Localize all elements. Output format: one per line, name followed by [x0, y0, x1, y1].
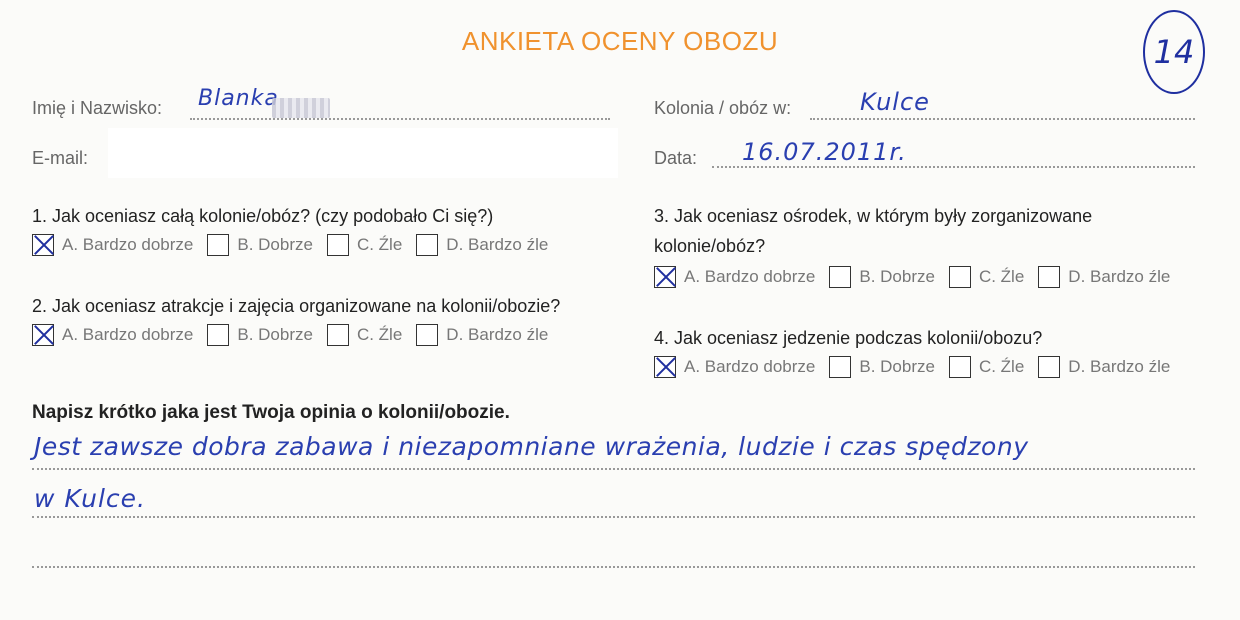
opinion-text-line2[interactable]: w Kulce. — [34, 484, 146, 513]
camp-value[interactable]: Kulce — [860, 88, 930, 116]
q4-checkbox-a[interactable] — [654, 356, 676, 378]
q1-option-d[interactable]: D. Bardzo źle — [416, 234, 548, 256]
q2-checkbox-c[interactable] — [326, 324, 349, 346]
email-redacted-field[interactable] — [108, 128, 618, 178]
question-3-text-line1: 3. Jak oceniasz ośrodek, w którym były z… — [654, 206, 1093, 226]
q3-option-b[interactable]: B. Dobrze — [829, 266, 935, 288]
q1-checkbox-a[interactable] — [32, 234, 54, 256]
name-value[interactable]: Blanka — [198, 86, 279, 111]
name-blur — [272, 98, 330, 118]
q2-option-b[interactable]: B. Dobrze — [207, 324, 313, 346]
date-label: Data: — [654, 148, 698, 168]
question-2-options: A. Bardzo dobrze B. Dobrze C. Źle D. Bar… — [32, 324, 562, 346]
camp-line — [810, 118, 1195, 120]
form-number-circle: 14 — [1143, 10, 1205, 94]
email-label: E-mail: — [32, 148, 89, 168]
q1-option-c[interactable]: C. Źle — [326, 234, 402, 256]
opinion-title: Napisz krótko jaka jest Twoja opinia o k… — [32, 402, 510, 423]
camp-label: Kolonia / obóz w: — [654, 98, 792, 118]
q2-checkbox-b[interactable] — [207, 324, 230, 346]
form-title: ANKIETA OCENY OBOZU — [461, 26, 779, 56]
q4-checkbox-d[interactable] — [1038, 356, 1061, 378]
question-1-options: A. Bardzo dobrze B. Dobrze C. Źle D. Bar… — [32, 234, 562, 256]
q4-option-a[interactable]: A. Bardzo dobrze — [654, 356, 815, 378]
q4-checkbox-c[interactable] — [948, 356, 971, 378]
q3-checkbox-b[interactable] — [829, 266, 852, 288]
q3-checkbox-a[interactable] — [654, 266, 676, 288]
q1-option-b[interactable]: B. Dobrze — [207, 234, 313, 256]
q2-option-d[interactable]: D. Bardzo źle — [416, 324, 548, 346]
question-3-options: A. Bardzo dobrze B. Dobrze C. Źle D. Bar… — [654, 266, 1184, 288]
opinion-text-line1[interactable]: Jest zawsze dobra zabawa i niezapomniane… — [34, 432, 1028, 461]
q2-option-c[interactable]: C. Źle — [326, 324, 402, 346]
q3-checkbox-c[interactable] — [948, 266, 971, 288]
q2-option-a[interactable]: A. Bardzo dobrze — [32, 324, 193, 346]
form-number: 14 — [1153, 33, 1195, 71]
date-line — [712, 166, 1195, 168]
question-4-options: A. Bardzo dobrze B. Dobrze C. Źle D. Bar… — [654, 356, 1184, 378]
q3-option-d[interactable]: D. Bardzo źle — [1038, 266, 1170, 288]
question-2-text: 2. Jak oceniasz atrakcje i zajęcia organ… — [32, 296, 561, 316]
q2-checkbox-a[interactable] — [32, 324, 54, 346]
q4-option-b[interactable]: B. Dobrze — [829, 356, 935, 378]
q2-checkbox-d[interactable] — [416, 324, 439, 346]
q4-checkbox-b[interactable] — [829, 356, 852, 378]
date-value[interactable]: 16.07.2011r. — [742, 138, 907, 166]
survey-card: ANKIETA OCENY OBOZU 14 Imię i Nazwisko: … — [0, 0, 1240, 620]
q1-checkbox-b[interactable] — [207, 234, 230, 256]
q3-checkbox-d[interactable] — [1038, 266, 1061, 288]
name-label: Imię i Nazwisko: — [32, 98, 163, 118]
question-1-text: 1. Jak oceniasz całą kolonie/obóz? (czy … — [32, 206, 494, 226]
opinion-line-3 — [32, 566, 1195, 568]
name-line — [190, 118, 610, 120]
q1-option-a[interactable]: A. Bardzo dobrze — [32, 234, 193, 256]
q4-option-d[interactable]: D. Bardzo źle — [1038, 356, 1170, 378]
q1-checkbox-d[interactable] — [416, 234, 439, 256]
opinion-line-1 — [32, 468, 1195, 470]
q3-option-a[interactable]: A. Bardzo dobrze — [654, 266, 815, 288]
q3-option-c[interactable]: C. Źle — [948, 266, 1024, 288]
question-3-text-line2: kolonie/obóz? — [654, 236, 766, 256]
q4-option-c[interactable]: C. Źle — [948, 356, 1024, 378]
opinion-line-2 — [32, 516, 1195, 518]
q1-checkbox-c[interactable] — [326, 234, 349, 256]
question-4-text: 4. Jak oceniasz jedzenie podczas kolonii… — [654, 328, 1043, 348]
